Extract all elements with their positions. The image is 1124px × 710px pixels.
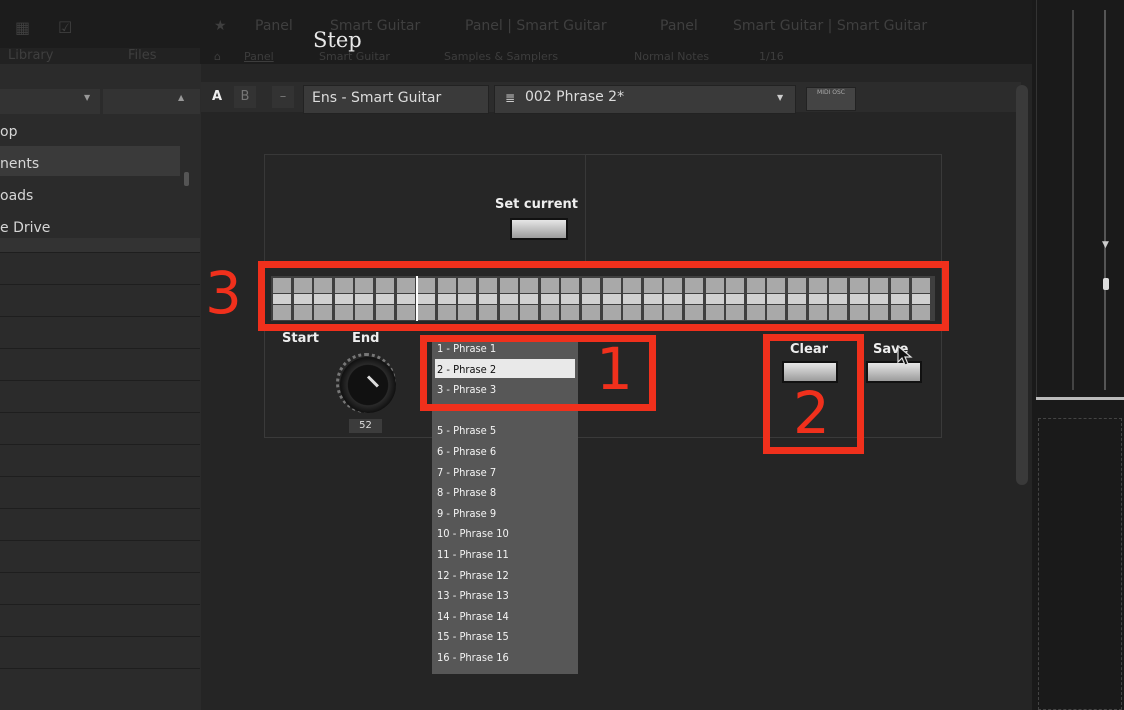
tab-smart-guitar-smart-guitar[interactable]: Smart Guitar | Smart Guitar [733, 18, 927, 34]
top-bar: ▦ ☑ ★ Panel Smart Guitar Panel | Smart G… [0, 0, 1124, 64]
sidebar-item-drive[interactable]: e Drive [0, 220, 50, 236]
midi-osc-button[interactable]: MIDI OSC [806, 87, 856, 111]
breadcrumb-panel[interactable]: Panel [244, 50, 274, 63]
list-item [0, 444, 200, 476]
panel-scrollbar[interactable] [1016, 85, 1028, 485]
list-item [0, 252, 200, 284]
phrase-item[interactable]: 6 - Phrase 6 [437, 445, 496, 458]
list-item [0, 412, 200, 444]
list-item [0, 476, 200, 508]
mixer-divider [1036, 397, 1124, 400]
list-item [0, 380, 200, 412]
preset-dropdown[interactable]: ≣ 002 Phrase 2* ▼ [494, 85, 796, 114]
phrase-item[interactable]: 12 - Phrase 12 [437, 569, 509, 582]
tab-files[interactable]: Files [128, 48, 157, 63]
home-icon[interactable]: ⌂ [214, 50, 221, 63]
list-icon: ≣ [505, 91, 516, 105]
breadcrumb-normal-notes[interactable]: Normal Notes [634, 50, 709, 63]
sidebar-divider [0, 238, 200, 252]
tutorial-step-title: Step [313, 28, 362, 52]
phrase-item[interactable]: 7 - Phrase 7 [437, 466, 496, 479]
sidebar-item-desktop[interactable]: op [0, 124, 17, 140]
sidebar-sort-dropdown[interactable]: ▲ [103, 89, 200, 114]
chevron-down-icon: ▼ [1102, 240, 1109, 250]
list-item [0, 636, 200, 668]
annotation-number-1: 1 [596, 335, 633, 403]
chevron-down-icon: ▼ [777, 93, 784, 102]
phrase-item[interactable]: 13 - Phrase 13 [437, 589, 509, 602]
sidebar: ▼ ▲ op nents oads e Drive [0, 64, 201, 710]
tab-panel[interactable]: Panel [255, 18, 293, 34]
preset-label: 002 Phrase 2* [525, 89, 625, 105]
fader-handle[interactable] [1103, 278, 1109, 290]
grid-icon[interactable]: ▦ [15, 18, 30, 37]
tab-panel-2[interactable]: Panel [660, 18, 698, 34]
cursor-icon [897, 345, 913, 366]
phrase-item[interactable]: 9 - Phrase 9 [437, 507, 496, 520]
toolbar-b-button[interactable]: B [234, 86, 256, 108]
toolbar-a-button[interactable]: A [206, 86, 228, 108]
breadcrumb-samples[interactable]: Samples & Samplers [444, 50, 558, 63]
list-item [0, 348, 200, 380]
phrase-item[interactable]: 15 - Phrase 15 [437, 630, 509, 643]
sidebar-filter-dropdown[interactable]: ▼ [0, 89, 100, 114]
annotation-number-2: 2 [793, 379, 830, 447]
breadcrumb: ⌂ Panel Smart Guitar Samples & Samplers … [214, 50, 1014, 64]
list-item [0, 668, 200, 700]
annotation-box-3 [258, 261, 949, 331]
chevron-down-icon: ▼ [84, 93, 91, 102]
fader-track-2 [1104, 10, 1106, 390]
list-item [0, 540, 200, 572]
sidebar-item-downloads[interactable]: oads [0, 188, 33, 204]
list-item [0, 604, 200, 636]
end-label: End [352, 331, 380, 346]
toolbar-minus-button[interactable]: – [272, 86, 294, 108]
drop-zone[interactable] [1038, 418, 1122, 710]
end-knob[interactable] [340, 357, 396, 413]
breadcrumb-step[interactable]: 1/16 [759, 50, 784, 63]
phrase-item[interactable]: 14 - Phrase 14 [437, 610, 509, 623]
set-current-button[interactable] [510, 218, 568, 240]
save-button[interactable] [866, 361, 922, 383]
tab-library[interactable]: Library [8, 48, 53, 63]
instrument-name-field[interactable]: Ens - Smart Guitar [303, 85, 489, 114]
list-item [0, 572, 200, 604]
list-item [0, 508, 200, 540]
star-icon[interactable]: ★ [214, 18, 227, 34]
fader-track [1072, 10, 1074, 390]
mixer-panel: ▼ [1032, 0, 1124, 710]
phrase-item[interactable]: 16 - Phrase 16 [437, 651, 509, 664]
sidebar-scrollbar[interactable] [184, 172, 189, 186]
start-label: Start [282, 331, 319, 346]
instrument-name: Ens - Smart Guitar [312, 90, 442, 106]
sidebar-item-documents[interactable]: nents [0, 156, 39, 172]
set-current-label: Set current [495, 197, 578, 212]
chevron-up-icon: ▲ [178, 93, 185, 102]
phrase-item[interactable]: 10 - Phrase 10 [437, 527, 509, 540]
phrase-item[interactable]: 5 - Phrase 5 [437, 424, 496, 437]
end-value: 52 [349, 419, 382, 433]
sidebar-tab-bar: Library Files [0, 48, 200, 64]
list-item [0, 284, 200, 316]
mixer-strip [1036, 0, 1124, 400]
phrase-item[interactable]: 8 - Phrase 8 [437, 486, 496, 499]
annotation-number-3: 3 [205, 259, 242, 327]
list-item [0, 316, 200, 348]
phrase-item[interactable]: 11 - Phrase 11 [437, 548, 509, 561]
tab-panel-smart-guitar[interactable]: Panel | Smart Guitar [465, 18, 607, 34]
checkbox-icon[interactable]: ☑ [58, 18, 72, 37]
